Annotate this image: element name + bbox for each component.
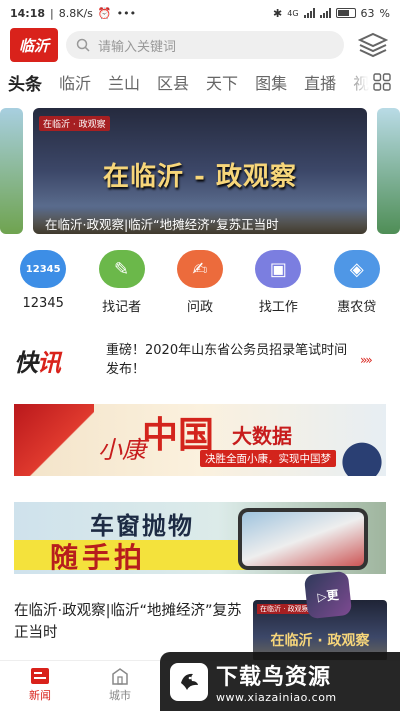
percent-sign: % <box>379 6 390 20</box>
quick-link-label: 找记者 <box>102 300 142 315</box>
news-icon <box>29 665 51 687</box>
banner-caption: 在临沂·政观察|临沂“地摊经济”复苏正当时 <box>33 206 367 234</box>
job-icon: ▣ <box>255 250 302 288</box>
ad1-subtitle: 决胜全面小康，实现中国梦 <box>200 450 336 467</box>
tab-districts[interactable]: 区县 <box>157 70 189 94</box>
news-item-title[interactable]: 在临沂·政观察|临沂“地摊经济”复苏正当时 <box>14 600 246 644</box>
more-arrow-icon[interactable]: »» <box>360 353 373 367</box>
tab-live[interactable]: 直播 <box>304 70 336 94</box>
signal-icon <box>303 8 315 18</box>
ad1-small-text: 小康 <box>98 436 146 464</box>
news-flash-logo: 快讯 <box>14 347 61 377</box>
quick-link-label: 问政 <box>186 300 213 315</box>
status-speed: 8.8K/s <box>58 6 93 20</box>
quick-link-label: 12345 <box>22 296 64 311</box>
carousel-next-slide[interactable] <box>377 108 400 234</box>
app-header: 临沂 请输入关键词 <box>0 26 400 64</box>
tab-gallery[interactable]: 图集 <box>255 70 287 94</box>
quick-link-jobs[interactable]: ▣ 找工作 <box>247 250 309 316</box>
nav-city[interactable]: 城市 <box>90 665 150 703</box>
battery-percent: 63 <box>360 6 375 20</box>
banner-headline: 在临沂 - 政观察 <box>103 162 297 192</box>
category-tabs: 头条 临沂 兰山 区县 天下 图集 直播 视 <box>0 66 400 98</box>
nav-city-label: 城市 <box>109 689 131 702</box>
carousel-slide[interactable]: 在临沂 · 政观察 在临沂 - 政观察 在临沂·政观察|临沂“地摊经济”复苏正当… <box>33 108 367 234</box>
phone-number-icon: 12345 <box>20 250 67 288</box>
bluetooth-icon: ✱ <box>273 6 283 20</box>
tab-video[interactable]: 视 <box>353 70 369 94</box>
bird-logo-icon <box>170 662 208 701</box>
red-ribbon-decoration <box>14 404 94 476</box>
ad1-suffix: 大数据 <box>232 424 292 448</box>
layers-icon[interactable] <box>356 30 390 60</box>
status-time: 14:18 <box>10 6 46 20</box>
quick-link-loan[interactable]: ◈ 惠农贷 <box>326 250 388 316</box>
city-icon <box>109 665 131 687</box>
tab-lanshan[interactable]: 兰山 <box>108 70 140 94</box>
search-input[interactable]: 请输入关键词 <box>66 31 344 59</box>
quick-link-reporter[interactable]: ✎ 找记者 <box>91 250 153 316</box>
status-bar: 14:18 | 8.8K/s ⏰ ••• ✱ 4G 63 % <box>0 0 400 26</box>
grid-menu-icon[interactable] <box>370 70 394 94</box>
ad2-line2: 随手拍 <box>50 541 147 574</box>
battery-icon <box>335 8 356 18</box>
tab-world[interactable]: 天下 <box>206 70 238 94</box>
video-badge-icon[interactable]: ▷更 <box>303 570 353 620</box>
status-divider: | <box>50 6 54 20</box>
ad-banner-car-window[interactable]: 车窗抛物 随手拍 <box>14 502 386 574</box>
tab-linyi[interactable]: 临沂 <box>59 70 91 94</box>
banner-tagline: 在临沂 · 政观察 <box>39 116 110 131</box>
nav-news-label: 新闻 <box>29 689 51 702</box>
watermark-title: 下载鸟资源 <box>216 665 332 690</box>
news-flash-text: 重磅！2020年山东省公务员招录笔试时间发布！ <box>106 343 348 377</box>
watermark-url: www.xiazainiao.com <box>216 691 337 704</box>
app-logo-text: 临沂 <box>18 36 49 55</box>
petition-icon: ✍ <box>176 250 223 288</box>
app-logo[interactable]: 临沂 <box>10 28 58 62</box>
news-flash[interactable]: 快讯 重磅！2020年山东省公务员招录笔试时间发布！ »» <box>14 338 386 382</box>
quick-link-petition[interactable]: ✍ 问政 <box>169 250 231 316</box>
quick-link-12345[interactable]: 12345 12345 <box>12 250 74 316</box>
thumb-headline: 在临沂 · 政观察 <box>270 633 370 649</box>
thumb-tag: 在临沂 · 政观察 <box>257 604 312 614</box>
search-icon <box>76 38 90 52</box>
quick-link-label: 找工作 <box>258 300 298 315</box>
alarm-icon: ⏰ <box>97 6 112 20</box>
carousel-prev-slide[interactable] <box>0 108 23 234</box>
site-watermark: 下载鸟资源 www.xiazainiao.com <box>160 652 400 711</box>
tab-headlines[interactable]: 头条 <box>8 70 42 95</box>
cloud-decoration <box>326 430 386 476</box>
quick-links: 12345 12345 ✎ 找记者 ✍ 问政 ▣ 找工作 ◈ 惠农贷 <box>0 250 400 316</box>
signal2-icon <box>319 8 331 18</box>
notification-dots: ••• <box>116 6 137 20</box>
loan-icon: ◈ <box>333 250 380 288</box>
network-label: 4G <box>287 8 299 18</box>
nav-news[interactable]: 新闻 <box>10 665 70 703</box>
ad-banner-big-data[interactable]: 小康 中国 大数据 决胜全面小康，实现中国梦 <box>14 404 386 476</box>
phone-illustration <box>238 508 368 570</box>
quick-link-label: 惠农贷 <box>337 300 377 315</box>
search-placeholder: 请输入关键词 <box>98 39 177 55</box>
reporter-icon: ✎ <box>98 250 145 288</box>
